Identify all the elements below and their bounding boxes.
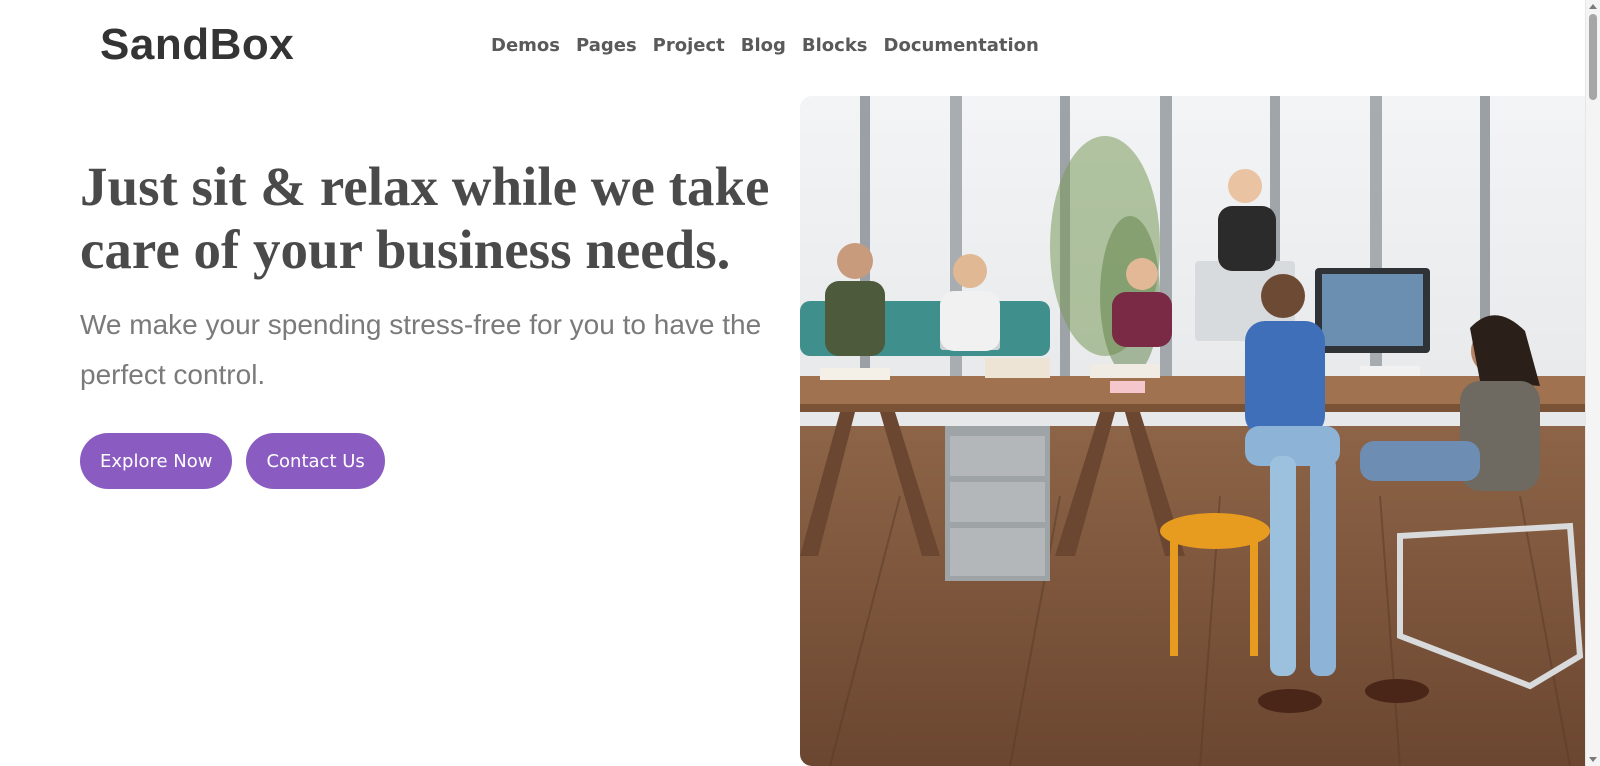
scroll-down-icon[interactable] (1589, 757, 1597, 762)
hero-buttons: Explore Now Contact Us (80, 433, 385, 489)
hero-headline: Just sit & relax while we take care of y… (80, 156, 770, 280)
nav-item-demos[interactable]: Demos (491, 35, 560, 56)
hero-image (800, 96, 1586, 766)
site-logo[interactable]: SandBox (100, 20, 294, 70)
nav-item-project[interactable]: Project (653, 35, 725, 56)
page-scrollbar[interactable] (1585, 0, 1600, 766)
contact-us-button[interactable]: Contact Us (246, 433, 385, 489)
landing-page: SandBox Demos Pages Project Blog Blocks … (0, 0, 1600, 766)
nav-item-blog[interactable]: Blog (741, 35, 786, 56)
nav-item-documentation[interactable]: Documentation (884, 35, 1039, 56)
scroll-thumb[interactable] (1589, 14, 1597, 100)
explore-now-button[interactable]: Explore Now (80, 433, 233, 489)
scroll-up-icon[interactable] (1589, 4, 1597, 9)
nav-item-blocks[interactable]: Blocks (802, 35, 868, 56)
hero-subtitle: We make your spending stress-free for yo… (80, 309, 762, 390)
main-nav: Demos Pages Project Blog Blocks Document… (491, 35, 1039, 56)
nav-item-pages[interactable]: Pages (576, 35, 637, 56)
